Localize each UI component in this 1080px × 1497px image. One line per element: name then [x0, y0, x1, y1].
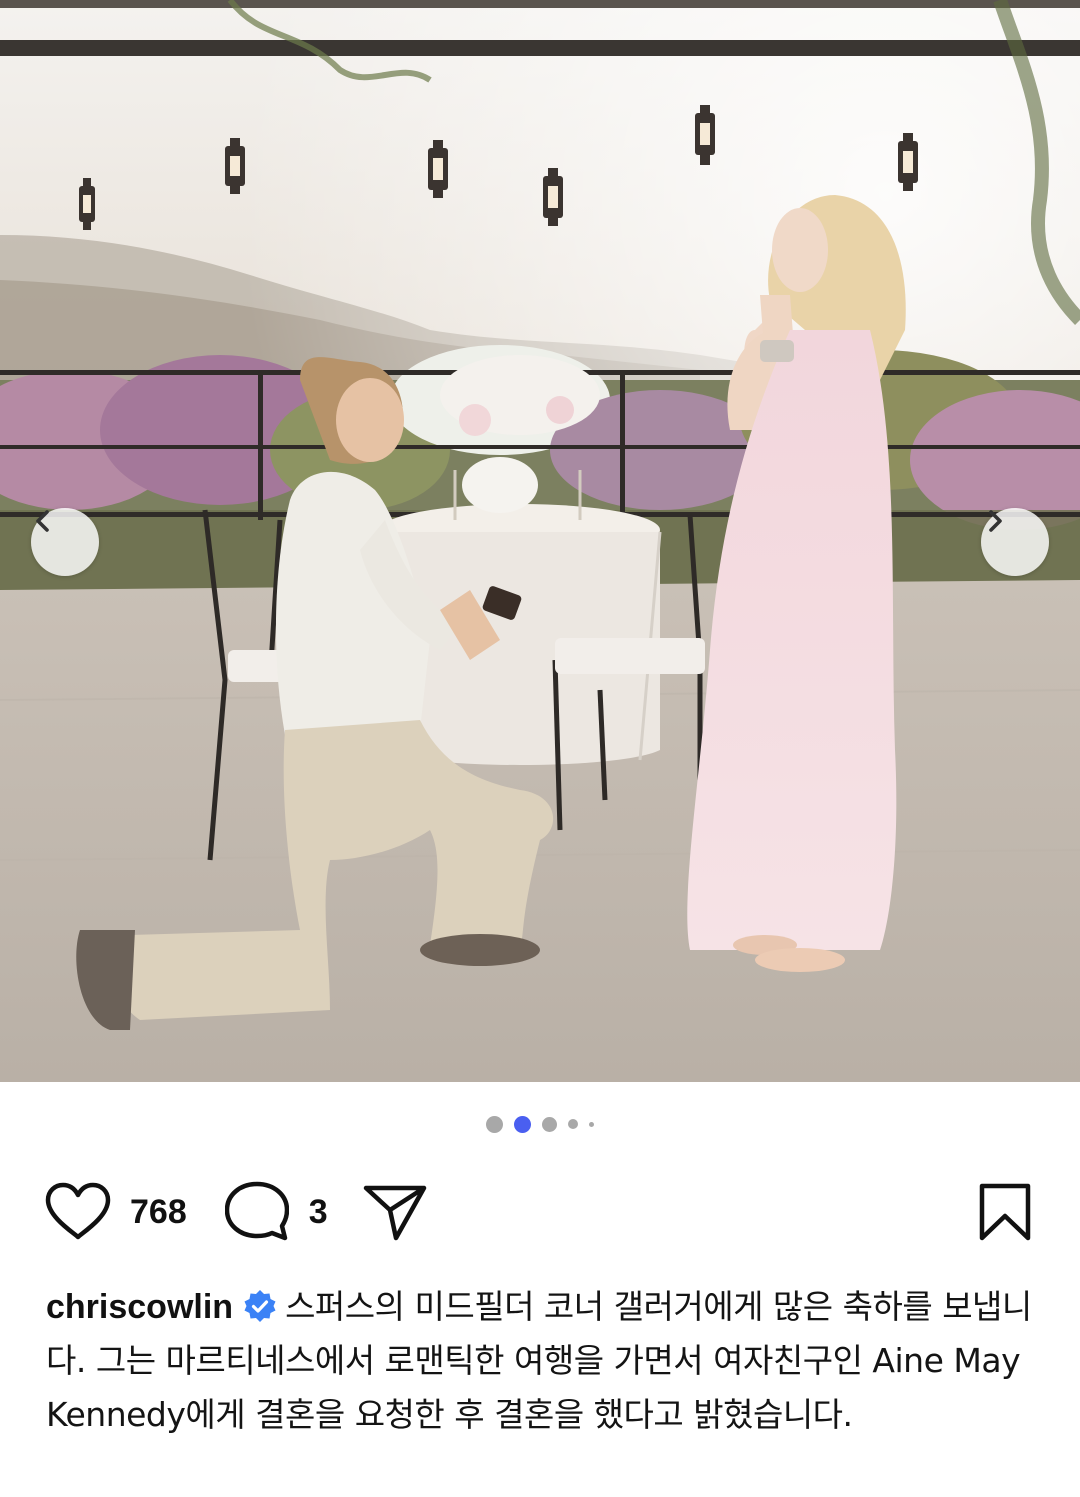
like-button[interactable]: 768: [44, 1182, 187, 1242]
carousel-dot-active: [514, 1115, 531, 1133]
post-caption: chriscowlin 스퍼스의 미드필더 코너 갤러거에게 많은 축하를 보냅니…: [46, 1280, 1036, 1442]
heart-icon: [45, 1182, 111, 1240]
carousel-prev-button[interactable]: [31, 508, 99, 576]
carousel-dot: [486, 1115, 503, 1133]
caption-username[interactable]: chriscowlin: [46, 1288, 233, 1326]
comment-bubble-icon: [224, 1181, 289, 1241]
post-photo-illustration: [0, 0, 1080, 1082]
comment-button[interactable]: 3: [224, 1181, 328, 1243]
post-action-bar: 768 3: [44, 1180, 1032, 1244]
chevron-left-icon: [36, 510, 49, 532]
carousel-indicator: [0, 1114, 1080, 1134]
carousel-dot: [568, 1119, 578, 1129]
share-button[interactable]: [362, 1182, 428, 1242]
post-image[interactable]: [0, 0, 1080, 1082]
paper-plane-icon: [363, 1185, 426, 1241]
save-button[interactable]: [978, 1182, 1032, 1242]
carousel-dot: [542, 1116, 557, 1132]
verified-badge-icon: [244, 1290, 276, 1322]
bookmark-icon: [979, 1183, 1031, 1241]
comment-count: 3: [308, 1192, 328, 1231]
like-count: 768: [130, 1192, 187, 1231]
carousel-dot: [589, 1121, 594, 1127]
carousel-next-button[interactable]: [981, 508, 1049, 576]
chevron-right-icon: [989, 510, 1002, 532]
